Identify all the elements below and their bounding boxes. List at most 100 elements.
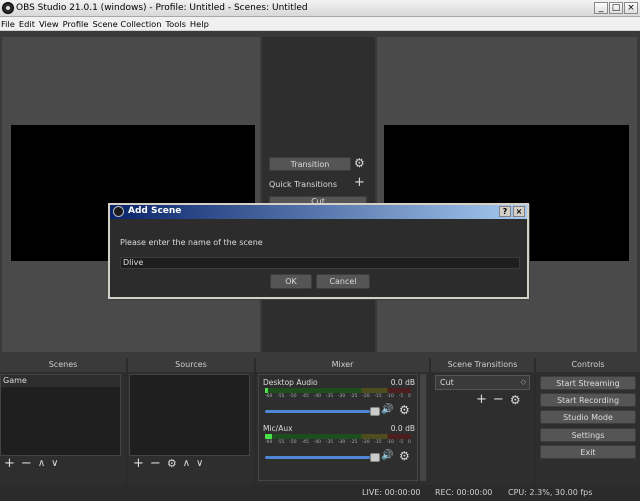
track-db: 0.0 dB xyxy=(390,378,415,387)
source-up-icon[interactable]: ∧ xyxy=(183,458,190,470)
dialog-close-button[interactable]: × xyxy=(513,206,525,217)
rec-status: REC: 00:00:00 xyxy=(435,488,493,497)
dialog-help-button[interactable]: ? xyxy=(499,206,511,217)
add-scene-icon[interactable]: + xyxy=(4,457,15,470)
track-name: Desktop Audio xyxy=(263,378,318,387)
transition-properties-gear-icon[interactable]: ⚙ xyxy=(510,394,521,406)
volume-slider[interactable] xyxy=(265,453,381,462)
close-button[interactable]: × xyxy=(624,2,638,14)
scale-tick: -5 xyxy=(398,440,404,445)
menu-tools[interactable]: Tools xyxy=(165,19,189,29)
live-status: LIVE: 00:00:00 xyxy=(362,488,421,497)
menu-bar: File Edit View Profile Scene Collection … xyxy=(0,17,640,31)
dialog-title: Add Scene xyxy=(128,206,182,216)
scale-tick: -20 xyxy=(362,440,370,445)
menu-file[interactable]: File xyxy=(1,19,19,29)
transition-select-value: Cut xyxy=(440,378,454,387)
menu-scene-collection[interactable]: Scene Collection xyxy=(92,19,165,29)
scale-tick: -20 xyxy=(362,394,370,399)
transition-button[interactable]: Transition xyxy=(269,157,351,171)
volume-slider-handle[interactable] xyxy=(370,407,381,416)
track-name: Mic/Aux xyxy=(263,424,293,433)
start-streaming-button[interactable]: Start Streaming xyxy=(540,376,636,390)
scene-down-icon[interactable]: ∨ xyxy=(51,458,58,470)
speaker-icon[interactable]: 🔊 xyxy=(381,450,393,461)
menu-view[interactable]: View xyxy=(39,19,63,29)
volume-meter xyxy=(265,388,411,393)
scenes-header: Scenes xyxy=(0,358,126,372)
scene-transitions-dock: Cut ◇ + − ⚙ xyxy=(431,372,534,485)
transition-gear-icon[interactable]: ⚙ xyxy=(354,156,365,170)
status-bar: LIVE: 00:00:00 REC: 00:00:00 CPU: 2.3%, … xyxy=(0,485,640,501)
transition-column: Transition ⚙ Quick Transitions + Cut xyxy=(262,37,375,352)
source-properties-gear-icon[interactable]: ⚙ xyxy=(167,458,177,470)
scale-tick: -45 xyxy=(301,440,309,445)
volume-meter xyxy=(265,434,411,439)
meter-level xyxy=(265,388,268,393)
controls-header: Controls xyxy=(536,358,640,372)
source-down-icon[interactable]: ∨ xyxy=(196,458,203,470)
remove-transition-icon[interactable]: − xyxy=(493,393,504,406)
scene-item-game[interactable]: Game xyxy=(1,375,120,387)
scale-tick: -60 xyxy=(265,394,273,399)
volume-slider-handle[interactable] xyxy=(370,453,381,462)
scale-tick: -50 xyxy=(289,440,297,445)
start-recording-button[interactable]: Start Recording xyxy=(540,393,636,407)
add-source-icon[interactable]: + xyxy=(133,457,144,470)
exit-button[interactable]: Exit xyxy=(540,445,636,459)
settings-button[interactable]: Settings xyxy=(540,428,636,442)
meter-scale: -60 -55 -50 -45 -40 -35 -30 -25 -20 -15 -10 -5 0 xyxy=(265,394,411,399)
scene-name-input[interactable]: Dlive xyxy=(120,257,520,269)
select-arrows-icon: ◇ xyxy=(520,378,526,386)
add-quick-transition-icon[interactable]: + xyxy=(354,175,365,190)
scale-tick: 0 xyxy=(408,440,411,445)
sources-list[interactable] xyxy=(129,374,250,456)
menu-edit[interactable]: Edit xyxy=(19,19,39,29)
scale-tick: -15 xyxy=(374,394,382,399)
scene-up-icon[interactable]: ∧ xyxy=(38,458,45,470)
scene-transitions-header: Scene Transitions xyxy=(431,358,534,372)
track-db: 0.0 dB xyxy=(390,424,415,433)
track-gear-icon[interactable]: ⚙ xyxy=(399,449,410,463)
mixer-scrollbar[interactable] xyxy=(420,374,426,481)
track-gear-icon[interactable]: ⚙ xyxy=(399,403,410,417)
ok-button[interactable]: OK xyxy=(270,274,312,289)
remove-source-icon[interactable]: − xyxy=(150,457,161,470)
scale-tick: -60 xyxy=(265,440,273,445)
scale-tick: -55 xyxy=(277,394,285,399)
cancel-button[interactable]: Cancel xyxy=(316,274,370,289)
scale-tick: -10 xyxy=(386,394,394,399)
scale-tick: -5 xyxy=(398,394,404,399)
speaker-icon[interactable]: 🔊 xyxy=(381,404,393,415)
menu-profile[interactable]: Profile xyxy=(63,19,93,29)
sources-header: Sources xyxy=(128,358,254,372)
remove-scene-icon[interactable]: − xyxy=(21,457,32,470)
window-title: OBS Studio 21.0.1 (windows) - Profile: U… xyxy=(16,3,308,13)
scale-tick: -25 xyxy=(350,440,358,445)
volume-slider[interactable] xyxy=(265,407,381,416)
sources-dock: + − ⚙ ∧ ∨ xyxy=(128,372,254,485)
studio-mode-button[interactable]: Studio Mode xyxy=(540,410,636,424)
minimize-button[interactable]: _ xyxy=(594,2,608,14)
docks: Scenes Game + − ∧ ∨ Sources + − ⚙ ∧ ∨ Mi… xyxy=(0,358,640,485)
meter-scale: -60 -55 -50 -45 -40 -35 -30 -25 -20 -15 -10 -5 0 xyxy=(265,440,411,445)
maximize-button[interactable]: □ xyxy=(609,2,623,14)
menu-help[interactable]: Help xyxy=(190,19,213,29)
preview-panel[interactable] xyxy=(2,37,260,352)
scale-tick: -40 xyxy=(313,394,321,399)
dialog-obs-icon xyxy=(113,206,124,217)
cpu-status: CPU: 2.3%, 30.00 fps xyxy=(508,488,593,497)
mixer-dock: Desktop Audio 0.0 dB -60 -55 -50 -45 -40 -35-… xyxy=(256,372,429,485)
quick-transitions-label: Quick Transitions xyxy=(269,180,338,189)
scale-tick: -30 xyxy=(337,394,346,399)
scale-tick: 0 xyxy=(408,394,411,399)
scenes-list[interactable]: Game xyxy=(0,374,121,456)
transition-select[interactable]: Cut ◇ xyxy=(435,375,530,390)
add-transition-icon[interactable]: + xyxy=(476,393,487,406)
dialog-title-bar: Add Scene ? × xyxy=(110,205,527,219)
dialog-prompt: Please enter the name of the scene xyxy=(120,238,263,247)
mixer-panel: Desktop Audio 0.0 dB -60 -55 -50 -45 -40 -35-… xyxy=(258,374,418,481)
program-panel xyxy=(377,37,637,352)
preview-area: Transition ⚙ Quick Transitions + Cut xyxy=(0,31,640,358)
obs-logo-icon xyxy=(2,2,14,14)
